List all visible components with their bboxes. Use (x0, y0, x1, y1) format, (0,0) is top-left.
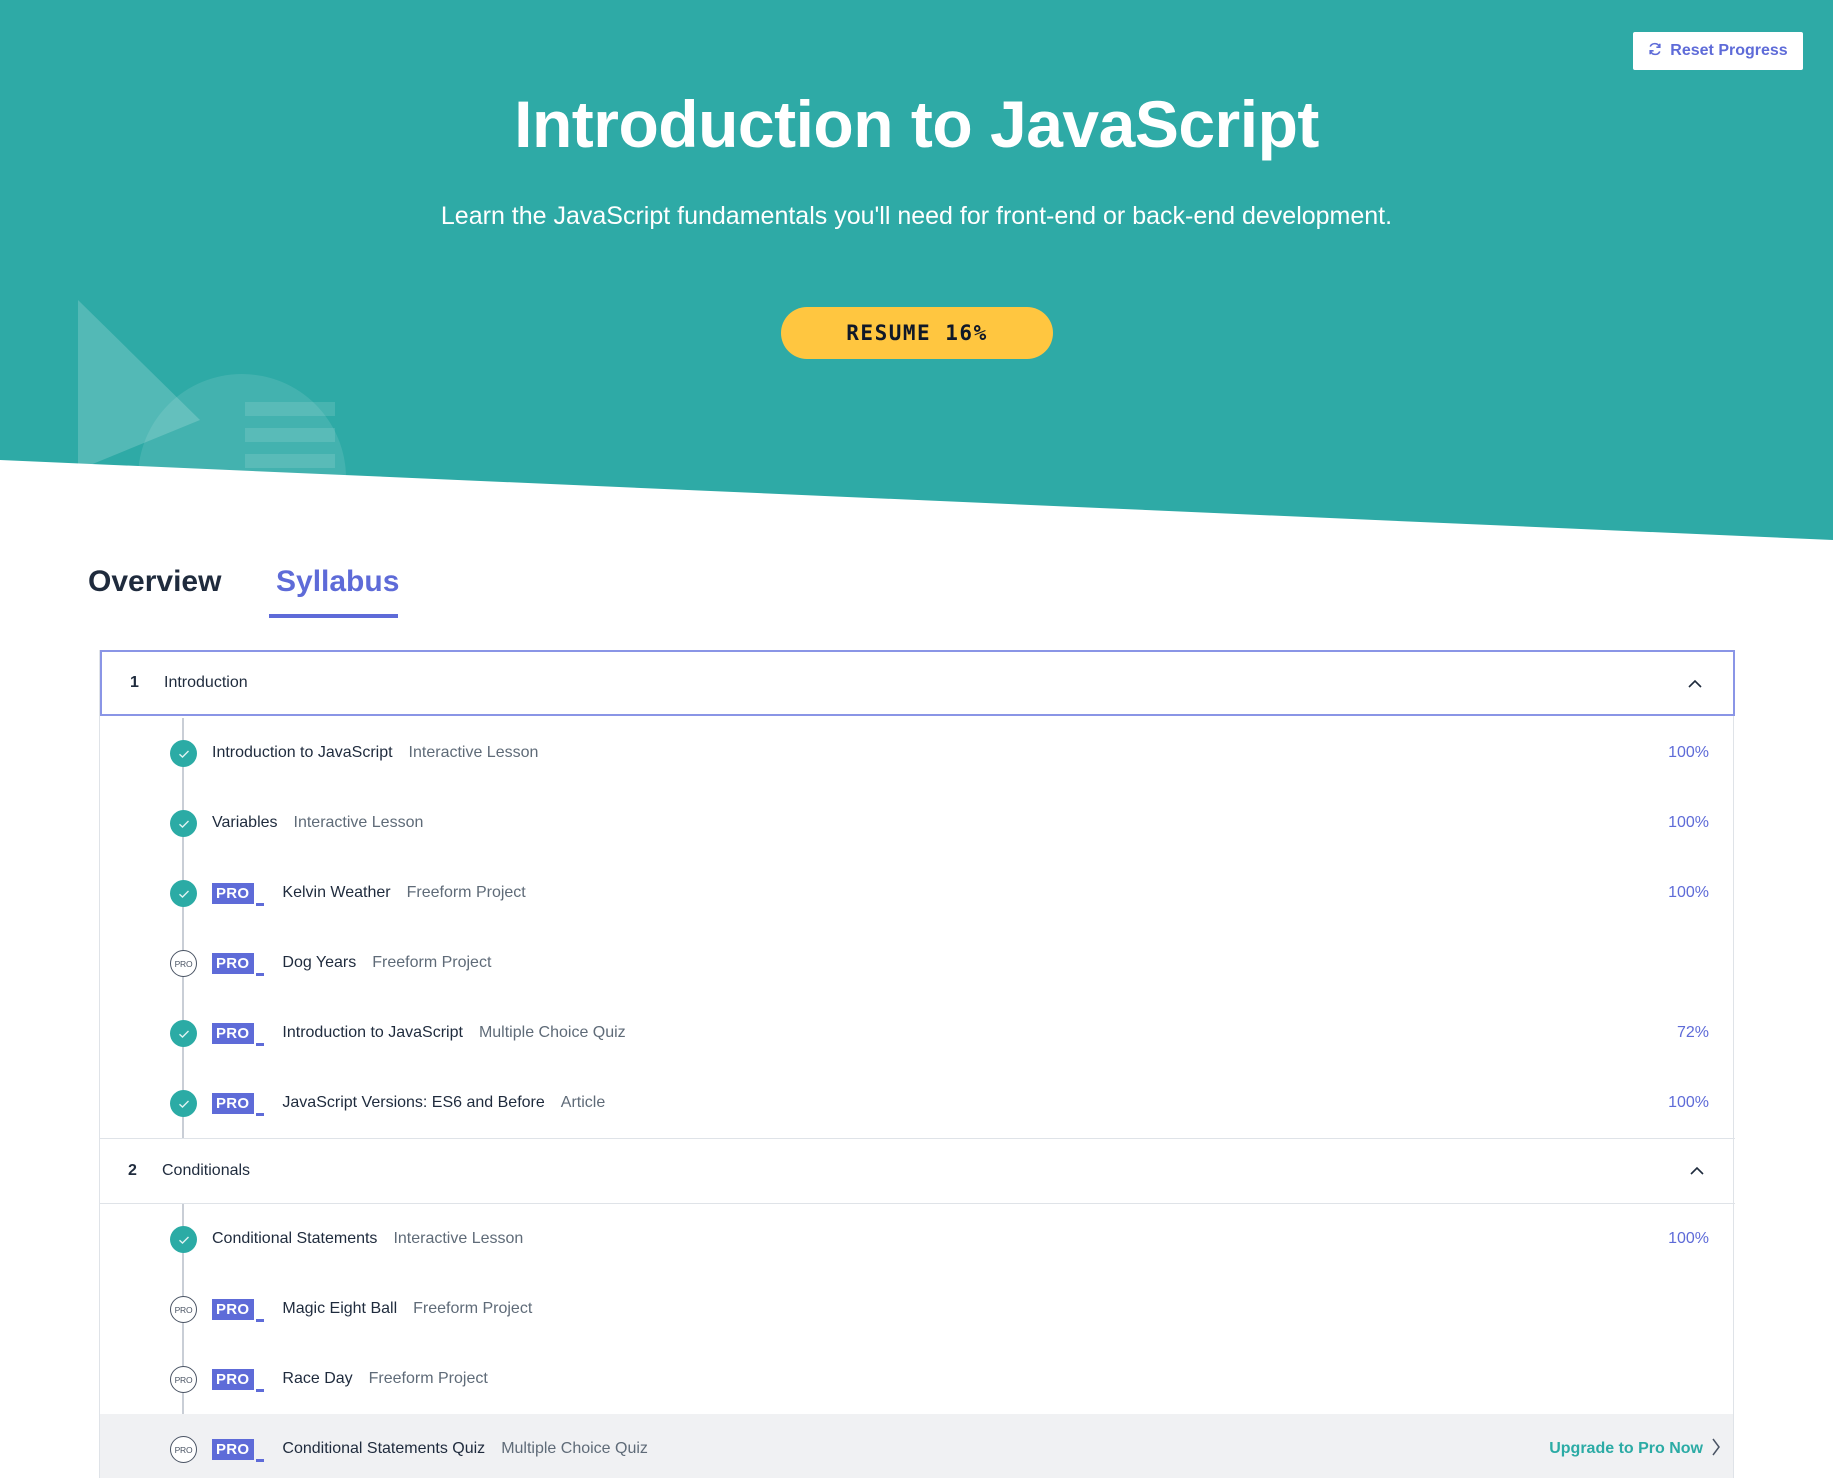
chevron-up-icon[interactable] (1687, 676, 1703, 692)
active-tab-indicator (269, 614, 398, 618)
item-progress: 100% (1668, 884, 1709, 901)
item-type: Multiple Choice Quiz (501, 1440, 648, 1457)
item-content: PRO JavaScript Versions: ES6 and Before Ar… (212, 1068, 605, 1138)
locked-pro-label: PRO (174, 958, 193, 969)
syllabus-item[interactable]: PRO PRO Magic Eight Ball Freeform Project (100, 1274, 1733, 1344)
syllabus-item[interactable]: Introduction to JavaScript Interactive Le… (100, 718, 1733, 788)
page-subtitle: Learn the JavaScript fundamentals you'll… (440, 202, 1393, 230)
item-title[interactable]: Conditional Statements Quiz (282, 1440, 485, 1458)
completed-check-icon (170, 1020, 197, 1047)
upgrade-to-pro-link[interactable]: Upgrade to Pro Now (1549, 1414, 1721, 1478)
item-content: Conditional Statements Interactive Lesson (212, 1204, 523, 1274)
item-content: Introduction to JavaScript Interactive Le… (212, 718, 538, 788)
locked-pro-label: PRO (174, 1304, 193, 1315)
item-content: PRO Race Day Freeform Project (212, 1344, 488, 1414)
reset-progress-label: Reset Progress (1670, 42, 1788, 59)
syllabus: 1 Introduction Introduction to JavaScript I… (99, 650, 1735, 1478)
item-title[interactable]: Magic Eight Ball (282, 1300, 397, 1318)
item-content: Variables Interactive Lesson (212, 788, 423, 858)
item-content: PRO Magic Eight Ball Freeform Project (212, 1274, 532, 1344)
section-number: 2 (128, 1162, 137, 1179)
pro-badge: PRO (212, 882, 265, 906)
item-title[interactable]: Kelvin Weather (282, 884, 390, 902)
locked-pro-label: PRO (174, 1444, 193, 1455)
refresh-icon (1648, 42, 1662, 60)
chevron-right-icon (1711, 1438, 1721, 1461)
item-content: PRO Introduction to JavaScript Multiple Ch… (212, 998, 626, 1068)
item-title[interactable]: Introduction to JavaScript (212, 744, 393, 762)
pro-badge: PRO (212, 1298, 265, 1322)
syllabus-item[interactable]: PRO Introduction to JavaScript Multiple Ch… (100, 998, 1733, 1068)
section-title: Conditionals (162, 1162, 251, 1179)
pro-badge: PRO (212, 1092, 265, 1116)
completed-check-icon (170, 1090, 197, 1117)
tab-syllabus[interactable]: Syllabus (276, 565, 399, 599)
locked-pro-icon: PRO (170, 950, 197, 977)
item-title[interactable]: Variables (212, 814, 278, 832)
syllabus-item[interactable]: Variables Interactive Lesson 100% (100, 788, 1733, 858)
item-type: Interactive Lesson (293, 814, 424, 831)
upgrade-label: Upgrade to Pro Now (1549, 1440, 1703, 1457)
page-title: Introduction to JavaScript (514, 87, 1319, 161)
item-progress: 100% (1668, 1094, 1709, 1111)
item-title[interactable]: Conditional Statements (212, 1230, 377, 1248)
item-type: Freeform Project (406, 884, 526, 901)
syllabus-item[interactable]: PRO JavaScript Versions: ES6 and Before Ar… (100, 1068, 1733, 1138)
locked-pro-label: PRO (174, 1374, 193, 1385)
tab-overview[interactable]: Overview (88, 565, 221, 599)
syllabus-item[interactable]: PRO Kelvin Weather Freeform Project 100% (100, 858, 1733, 928)
section-header[interactable]: 1 Introduction (100, 650, 1735, 716)
item-title[interactable]: Dog Years (282, 954, 356, 972)
completed-check-icon (170, 1226, 197, 1253)
item-type: Interactive Lesson (393, 1230, 524, 1247)
pro-badge: PRO (212, 1368, 265, 1392)
completed-check-icon (170, 740, 197, 767)
locked-pro-icon: PRO (170, 1366, 197, 1393)
completed-check-icon (170, 810, 197, 837)
reset-progress-button[interactable]: Reset Progress (1633, 32, 1803, 70)
item-type: Interactive Lesson (408, 744, 539, 761)
item-content: PRO Dog Years Freeform Project (212, 928, 491, 998)
item-progress: 72% (1676, 1024, 1709, 1041)
section-header[interactable]: 2 Conditionals (100, 1138, 1735, 1204)
item-type: Article (560, 1094, 606, 1111)
item-progress: 100% (1668, 814, 1709, 831)
item-type: Freeform Project (372, 954, 492, 971)
syllabus-item[interactable]: PRO PRO Dog Years Freeform Project (100, 928, 1733, 998)
syllabus-item[interactable]: PRO PRO Race Day Freeform Project (100, 1344, 1733, 1414)
locked-pro-icon: PRO (170, 1296, 197, 1323)
completed-check-icon (170, 880, 197, 907)
page: Reset Progress Introduction to JavaScrip… (0, 0, 1833, 1478)
item-type: Freeform Project (413, 1300, 533, 1317)
resume-button[interactable]: RESUME 16% (781, 307, 1053, 359)
item-type: Freeform Project (368, 1370, 488, 1387)
item-title[interactable]: JavaScript Versions: ES6 and Before (282, 1094, 544, 1112)
item-title[interactable]: Race Day (282, 1370, 352, 1388)
hero-background (0, 0, 1833, 560)
item-content: PRO Conditional Statements Quiz Multiple C… (212, 1414, 648, 1478)
section-number: 1 (130, 674, 139, 691)
syllabus-item[interactable]: PRO PRO Conditional Statements Quiz Multipl… (100, 1414, 1733, 1478)
item-progress: 100% (1668, 744, 1709, 761)
pro-badge: PRO (212, 1022, 265, 1046)
item-type: Multiple Choice Quiz (478, 1024, 626, 1041)
item-content: PRO Kelvin Weather Freeform Project (212, 858, 526, 928)
chevron-up-icon[interactable] (1689, 1163, 1705, 1179)
item-progress: 100% (1668, 1230, 1709, 1247)
syllabus-item[interactable]: Conditional Statements Interactive Lesson… (100, 1204, 1733, 1274)
locked-pro-icon: PRO (170, 1436, 197, 1463)
pro-badge: PRO (212, 1438, 265, 1462)
item-title[interactable]: Introduction to JavaScript (282, 1024, 463, 1042)
pro-badge: PRO (212, 952, 265, 976)
section-title: Introduction (164, 674, 248, 691)
